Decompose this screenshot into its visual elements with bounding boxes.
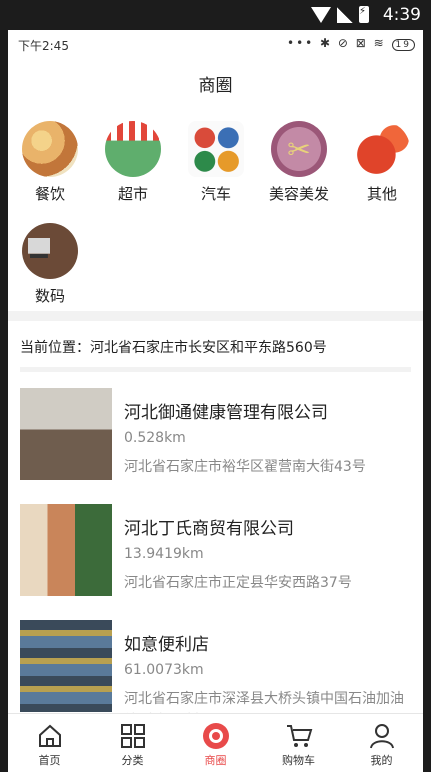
grid-icon: [91, 720, 174, 752]
cart-icon: [257, 720, 340, 752]
list-item[interactable]: 河北丁氏商贸有限公司 13.9419km 河北省石家庄市正定县华安西路37号: [8, 504, 423, 614]
car-icon: [188, 121, 244, 177]
category-item-beauty[interactable]: ✂ 美容美发: [259, 121, 339, 204]
wifi-icon: [311, 6, 331, 23]
section-divider: [8, 311, 423, 321]
store-distance: 61.0073km: [124, 662, 204, 678]
category-label: 餐饮: [34, 185, 65, 203]
store-thumbnail: [20, 388, 112, 480]
app-status-bar: 下午2:45 ••• ✱ ⊘ ⊠ ≋ 19: [8, 30, 423, 58]
store-thumbnail: [20, 504, 112, 596]
tab-label: 购物车: [282, 754, 315, 767]
tab-label: 首页: [38, 754, 61, 767]
system-status-icons: [311, 6, 369, 23]
tab-business-circle[interactable]: 商圈: [174, 714, 257, 772]
lantern-icon: [354, 121, 410, 177]
app-screen: 下午2:45 ••• ✱ ⊘ ⊠ ≋ 19 商圈 餐饮 超市 汽车 ✂ 美容美发…: [8, 30, 423, 772]
list-item[interactable]: 河北御通健康管理有限公司 0.528km 河北省石家庄市裕华区翟营南大街43号: [8, 388, 423, 498]
category-item-other[interactable]: 其他: [342, 121, 422, 204]
user-icon: [340, 720, 423, 752]
system-status-bar: 4:39: [0, 0, 431, 30]
supermarket-icon: [105, 121, 161, 177]
location-divider: [20, 367, 411, 372]
food-icon: [22, 121, 78, 177]
computer-icon: [22, 223, 78, 279]
app-status-time: 下午2:45: [18, 39, 69, 53]
category-item-digital[interactable]: 数码: [10, 223, 90, 306]
signal-icon: [337, 6, 353, 23]
battery-badge: 19: [391, 39, 415, 51]
tab-category[interactable]: 分类: [91, 714, 174, 772]
app-status-icons: ••• ✱ ⊘ ⊠ ≋ 19: [287, 36, 415, 51]
status-icons-text: ••• ✱ ⊘ ⊠ ≋: [287, 36, 386, 50]
category-label: 美容美发: [268, 185, 329, 203]
store-name: 河北丁氏商贸有限公司: [124, 519, 294, 539]
store-thumbnail: [20, 620, 112, 712]
tab-label: 商圈: [204, 754, 227, 767]
category-item-car[interactable]: 汽车: [176, 121, 256, 204]
category-label: 汽车: [200, 185, 231, 203]
system-time: 4:39: [382, 5, 421, 25]
store-name: 如意便利店: [124, 635, 209, 655]
bottom-tab-bar: 首页 分类 商圈 购物车 我的: [8, 713, 423, 772]
category-item-food[interactable]: 餐饮: [10, 121, 90, 204]
tab-home[interactable]: 首页: [8, 714, 91, 772]
circle-icon: [174, 720, 257, 752]
category-label: 其他: [366, 185, 397, 203]
category-label: 超市: [117, 185, 148, 203]
current-location: 当前位置：河北省石家庄市长安区和平东路560号: [20, 340, 327, 356]
store-distance: 0.528km: [124, 430, 186, 446]
store-name: 河北御通健康管理有限公司: [124, 403, 328, 423]
store-address: 河北省石家庄市裕华区翟营南大街43号: [124, 459, 366, 475]
tab-cart[interactable]: 购物车: [257, 714, 340, 772]
store-distance: 13.9419km: [124, 546, 204, 562]
category-item-supermarket[interactable]: 超市: [93, 121, 173, 204]
tab-label: 分类: [121, 754, 144, 767]
page-title: 商圈: [198, 76, 233, 96]
tab-label: 我的: [370, 754, 393, 767]
battery-charging-icon: [359, 6, 369, 23]
scissors-icon: ✂: [271, 121, 327, 177]
category-grid: 餐饮 超市 汽车 ✂ 美容美发 其他 数码: [8, 101, 423, 311]
category-label: 数码: [34, 287, 65, 305]
tab-profile[interactable]: 我的: [340, 714, 423, 772]
home-icon: [8, 720, 91, 752]
store-address: 河北省石家庄市正定县华安西路37号: [124, 575, 352, 591]
